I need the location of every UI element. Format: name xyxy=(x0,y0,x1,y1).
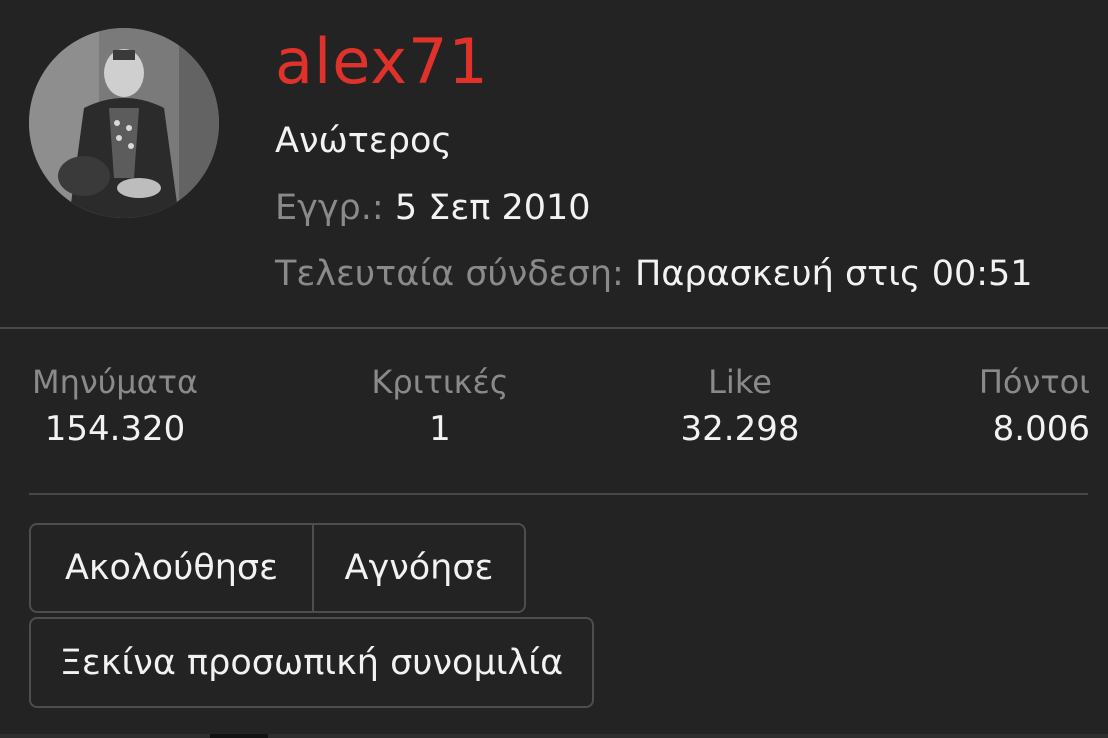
registration-value: 5 Σεπ 2010 xyxy=(394,188,591,228)
registration-date: Εγγρ.: 5 Σεπ 2010 xyxy=(275,186,591,230)
start-conversation-button[interactable]: Ξεκίνα προσωπική συνομιλία xyxy=(29,617,594,708)
last-seen: Τελευταία σύνδεση: Παρασκευή στις 00:51 xyxy=(275,252,1033,296)
stat-messages[interactable]: Μηνύματα 154.320 xyxy=(30,360,200,454)
avatar[interactable] xyxy=(29,28,219,218)
stat-value: 1 xyxy=(429,409,451,449)
stat-label: Μηνύματα xyxy=(31,363,199,401)
bottom-notch xyxy=(210,734,268,738)
follow-ignore-button-group: Ακολούθησε Αγνόησε xyxy=(29,523,526,613)
username[interactable]: alex71 xyxy=(275,24,489,100)
stat-value: 154.320 xyxy=(44,409,186,449)
stat-likes[interactable]: Like 32.298 xyxy=(670,360,810,454)
header-divider xyxy=(0,327,1108,329)
ignore-button[interactable]: Αγνόησε xyxy=(314,525,524,611)
follow-button[interactable]: Ακολούθησε xyxy=(31,525,314,611)
bottom-edge xyxy=(0,734,1108,738)
last-seen-label: Τελευταία σύνδεση: xyxy=(275,254,624,294)
stats-divider xyxy=(29,493,1088,495)
stat-reviews[interactable]: Κριτικές 1 xyxy=(370,360,510,454)
user-rank: Ανώτερος xyxy=(275,121,452,161)
member-profile-card: alex71 Ανώτερος Εγγρ.: 5 Σεπ 2010 Τελευτ… xyxy=(0,0,1108,738)
profile-stats: Μηνύματα 154.320 Κριτικές 1 Like 32.298 … xyxy=(0,360,1108,470)
stat-points[interactable]: Πόντοι 8.006 xyxy=(960,360,1090,454)
stat-label: Like xyxy=(708,363,772,401)
profile-header: alex71 Ανώτερος Εγγρ.: 5 Σεπ 2010 Τελευτ… xyxy=(0,0,1108,328)
stat-label: Κριτικές xyxy=(371,363,509,401)
stat-value: 32.298 xyxy=(680,409,800,449)
last-seen-value: Παρασκευή στις 00:51 xyxy=(634,254,1033,294)
stat-label: Πόντοι xyxy=(978,363,1090,401)
stat-value: 8.006 xyxy=(992,409,1090,449)
avatar-photo xyxy=(29,28,219,218)
registration-label: Εγγρ.: xyxy=(275,188,384,228)
